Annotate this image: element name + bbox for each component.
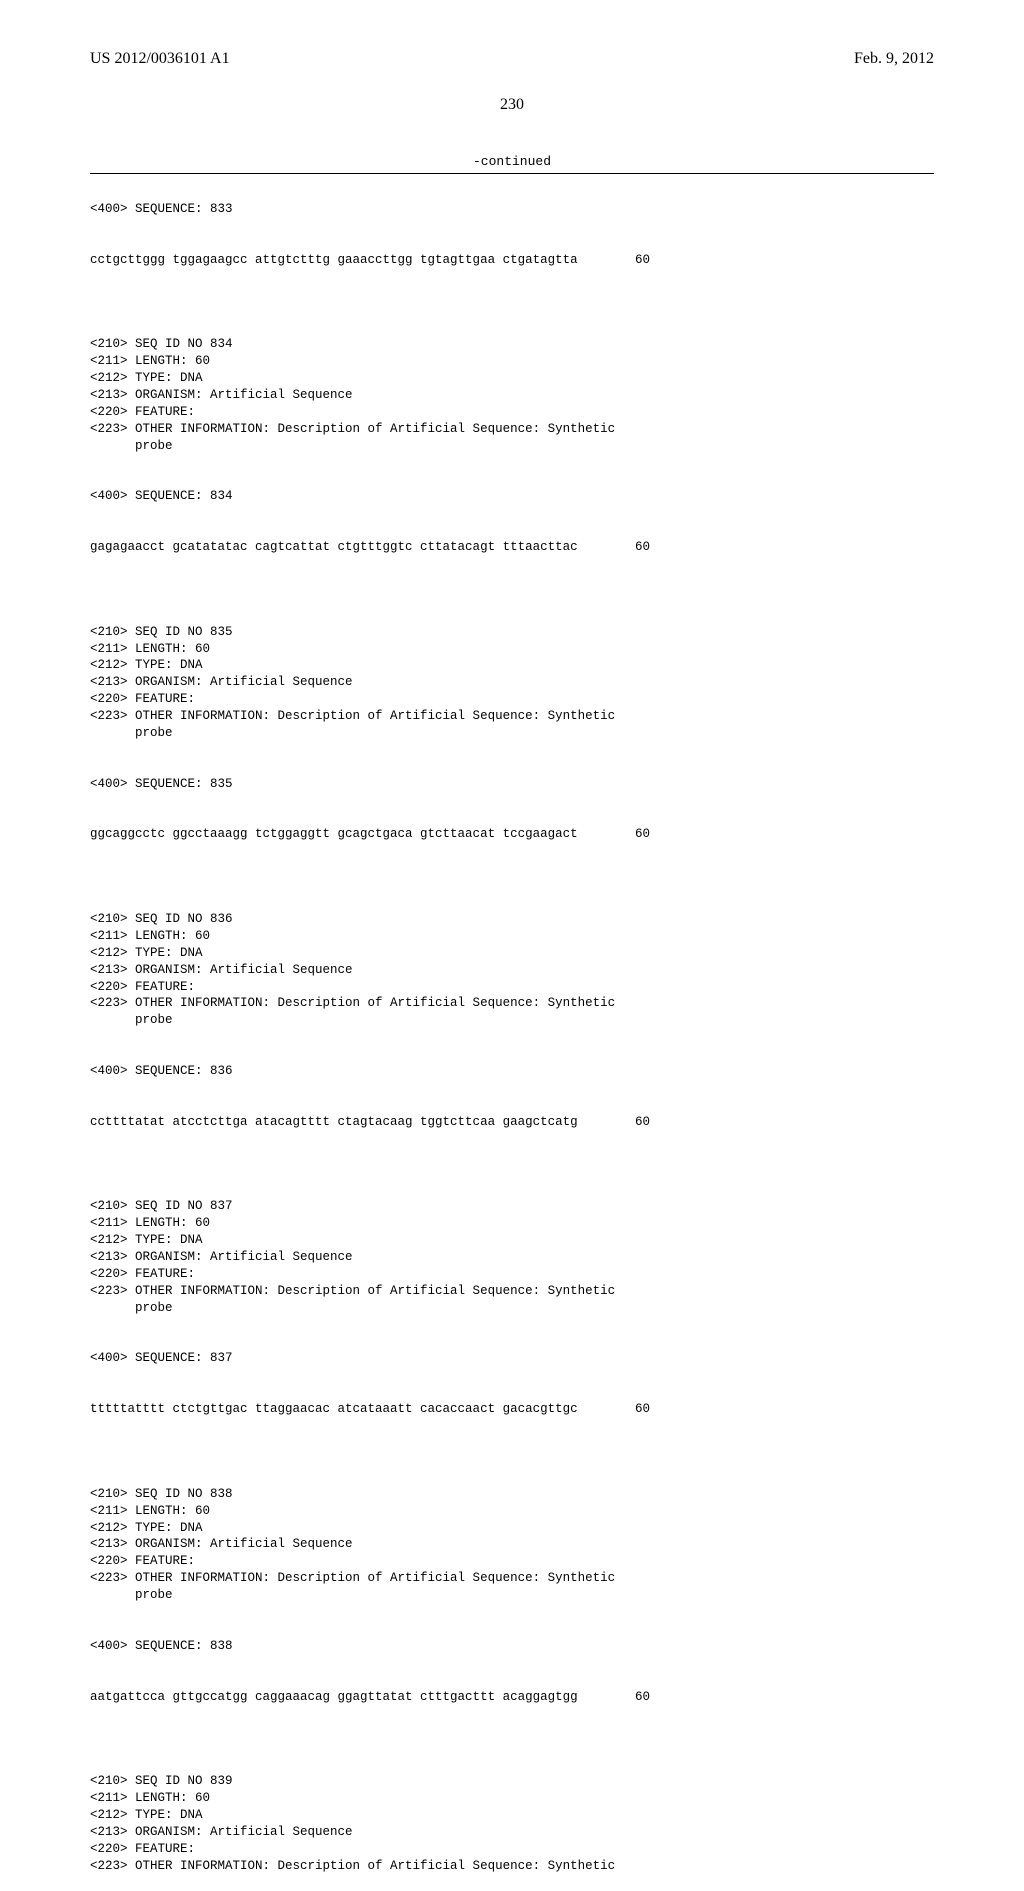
- feature-line: <211> LENGTH: 60: [90, 1216, 210, 1230]
- seq-pos: 60: [635, 252, 650, 269]
- feature-line: probe: [90, 1013, 173, 1027]
- feature-line: <223> OTHER INFORMATION: Description of …: [90, 1284, 615, 1298]
- feature-line: <212> TYPE: DNA: [90, 658, 203, 672]
- feature-line: <213> ORGANISM: Artificial Sequence: [90, 388, 353, 402]
- seq-header: <400> SEQUENCE: 837: [90, 1351, 233, 1365]
- feature-line: <211> LENGTH: 60: [90, 354, 210, 368]
- feature-line: <210> SEQ ID NO 837: [90, 1199, 233, 1213]
- feature-line: <223> OTHER INFORMATION: Description of …: [90, 709, 615, 723]
- seq-line: cctgcttggg tggagaagcc attgtctttg gaaacct…: [90, 252, 578, 269]
- seq-pos: 60: [635, 1401, 650, 1418]
- seq-line: ggcaggcctc ggcctaaagg tctggaggtt gcagctg…: [90, 826, 578, 843]
- seq-pos: 60: [635, 1114, 650, 1131]
- seq-header: <400> SEQUENCE: 836: [90, 1064, 233, 1078]
- page: US 2012/0036101 A1 Feb. 9, 2012 230 -con…: [0, 0, 1024, 1320]
- feature-line: <210> SEQ ID NO 839: [90, 1774, 233, 1788]
- seq-header: <400> SEQUENCE: 834: [90, 489, 233, 503]
- feature-line: <223> OTHER INFORMATION: Description of …: [90, 1571, 615, 1585]
- feature-line: <210> SEQ ID NO 835: [90, 625, 233, 639]
- feature-line: probe: [90, 726, 173, 740]
- feature-line: <211> LENGTH: 60: [90, 929, 210, 943]
- divider: [90, 173, 934, 174]
- sequence-listing: <400> SEQUENCE: 833 cctgcttggg tggagaagc…: [90, 184, 934, 1891]
- continued-label: -continued: [90, 154, 934, 169]
- feature-line: <220> FEATURE:: [90, 1842, 195, 1856]
- feature-line: <210> SEQ ID NO 838: [90, 1487, 233, 1501]
- feature-line: <213> ORGANISM: Artificial Sequence: [90, 1537, 353, 1551]
- seq-line: gagagaacct gcatatatac cagtcattat ctgtttg…: [90, 539, 578, 556]
- feature-line: <220> FEATURE:: [90, 692, 195, 706]
- feature-line: <212> TYPE: DNA: [90, 946, 203, 960]
- page-number: 230: [90, 96, 934, 114]
- seq-header: <400> SEQUENCE: 838: [90, 1639, 233, 1653]
- feature-line: <212> TYPE: DNA: [90, 371, 203, 385]
- publication-id: US 2012/0036101 A1: [90, 50, 230, 68]
- feature-line: <211> LENGTH: 60: [90, 1504, 210, 1518]
- feature-line: <213> ORGANISM: Artificial Sequence: [90, 675, 353, 689]
- feature-line: <210> SEQ ID NO 836: [90, 912, 233, 926]
- feature-line: probe: [90, 1301, 173, 1315]
- publication-date: Feb. 9, 2012: [854, 50, 934, 68]
- feature-line: <212> TYPE: DNA: [90, 1233, 203, 1247]
- feature-line: <212> TYPE: DNA: [90, 1521, 203, 1535]
- seq-line: tttttatttt ctctgttgac ttaggaacac atcataa…: [90, 1401, 578, 1418]
- seq-line: aatgattcca gttgccatgg caggaaacag ggagtta…: [90, 1689, 578, 1706]
- feature-line: <220> FEATURE:: [90, 980, 195, 994]
- page-header: US 2012/0036101 A1 Feb. 9, 2012: [90, 50, 934, 68]
- feature-line: <220> FEATURE:: [90, 1554, 195, 1568]
- feature-line: <213> ORGANISM: Artificial Sequence: [90, 1825, 353, 1839]
- feature-line: <210> SEQ ID NO 834: [90, 337, 233, 351]
- feature-line: <220> FEATURE:: [90, 405, 195, 419]
- feature-line: <223> OTHER INFORMATION: Description of …: [90, 422, 615, 436]
- seq-header: <400> SEQUENCE: 835: [90, 777, 233, 791]
- feature-line: <223> OTHER INFORMATION: Description of …: [90, 1859, 615, 1873]
- feature-line: <223> OTHER INFORMATION: Description of …: [90, 996, 615, 1010]
- feature-line: <220> FEATURE:: [90, 1267, 195, 1281]
- seq-line: ccttttatat atcctcttga atacagtttt ctagtac…: [90, 1114, 578, 1131]
- feature-line: <212> TYPE: DNA: [90, 1808, 203, 1822]
- feature-line: <211> LENGTH: 60: [90, 642, 210, 656]
- seq-pos: 60: [635, 1689, 650, 1706]
- feature-line: <213> ORGANISM: Artificial Sequence: [90, 963, 353, 977]
- seq-pos: 60: [635, 539, 650, 556]
- feature-line: <211> LENGTH: 60: [90, 1791, 210, 1805]
- feature-line: <213> ORGANISM: Artificial Sequence: [90, 1250, 353, 1264]
- seq-header: <400> SEQUENCE: 833: [90, 202, 233, 216]
- feature-line: probe: [90, 1588, 173, 1602]
- seq-pos: 60: [635, 826, 650, 843]
- feature-line: probe: [90, 439, 173, 453]
